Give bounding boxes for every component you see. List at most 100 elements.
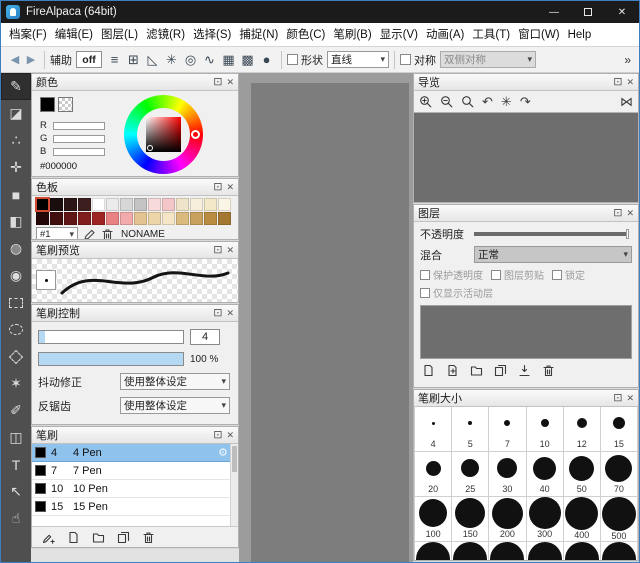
close-panel-icon[interactable]: ✕ (626, 209, 634, 218)
add-brush-icon[interactable] (42, 531, 55, 544)
brush-size-cell[interactable]: 500 (601, 497, 638, 542)
menu-item-10[interactable]: 工具(T) (468, 23, 514, 47)
brush-size-cell[interactable]: 40 (527, 452, 564, 497)
menu-item-6[interactable]: 颜色(C) (282, 23, 329, 47)
close-panel-icon[interactable]: ✕ (226, 309, 234, 318)
canvas[interactable] (251, 83, 409, 562)
fill-tool[interactable]: ■ (1, 181, 31, 208)
hand-tool[interactable]: ☝ (1, 505, 31, 532)
palette-swatch[interactable] (78, 198, 91, 211)
blur-tool[interactable]: ◉ (1, 262, 31, 289)
menu-item-7[interactable]: 笔刷(B) (329, 23, 375, 47)
new-brush-icon[interactable] (67, 531, 80, 544)
float-panel-icon[interactable]: ⊡ (213, 308, 222, 319)
operation-tool[interactable]: ↖ (1, 478, 31, 505)
symmetry-checkbox[interactable] (400, 54, 411, 65)
palette-swatch[interactable] (92, 198, 105, 211)
bucket-tool[interactable]: ◍ (1, 235, 31, 262)
delete-brush-icon[interactable] (142, 531, 155, 544)
snap-grid-icon[interactable]: ▦ (219, 51, 238, 69)
snap-parallel-icon[interactable]: ≡ (105, 51, 124, 69)
brush-size-cell[interactable]: 100 (415, 497, 452, 542)
palette-swatch[interactable] (176, 198, 189, 211)
palette-swatch[interactable] (106, 212, 119, 225)
flip-horizontal-icon[interactable]: ⋈ (620, 95, 633, 108)
new-layer-icon[interactable] (422, 364, 435, 377)
brush-size-cell[interactable] (527, 542, 564, 560)
select-lasso-tool[interactable] (1, 316, 31, 343)
brush-settings-icon[interactable]: ⚙ (218, 446, 228, 459)
menu-item-12[interactable]: Help (564, 23, 596, 47)
checkbox-icon[interactable] (420, 270, 430, 280)
brush-size-cell[interactable]: 300 (527, 497, 564, 542)
brush-size-cell[interactable]: 50 (564, 452, 601, 497)
float-panel-icon[interactable]: ⊡ (613, 208, 622, 219)
gradient-tool[interactable]: ◧ (1, 208, 31, 235)
close-button[interactable]: ✕ (605, 1, 639, 23)
layer-option-仅显示活动层[interactable]: 仅显示活动层 (420, 285, 493, 300)
palette-swatch[interactable] (50, 212, 63, 225)
layer-option-保护透明度[interactable]: 保护透明度 (420, 267, 483, 282)
new-layer-alt-icon[interactable] (446, 364, 459, 377)
brush-size-cell[interactable]: 7 (489, 407, 526, 452)
saturation-value-square[interactable] (146, 117, 181, 152)
brush-size-cell[interactable]: 12 (564, 407, 601, 452)
palette-swatch[interactable] (162, 198, 175, 211)
snap-pixel-grid-icon[interactable]: ▩ (238, 51, 257, 69)
eraser-tool[interactable]: ◪ (1, 100, 31, 127)
assist-off-button[interactable]: off (76, 51, 102, 68)
float-panel-icon[interactable]: ⊡ (613, 393, 622, 404)
brush-size-cell[interactable] (452, 542, 489, 560)
brush-list-item[interactable]: 77 Pen (32, 462, 238, 480)
shape-checkbox[interactable] (287, 54, 298, 65)
navigator-preview[interactable] (414, 112, 638, 202)
menu-item-3[interactable]: 滤镜(R) (142, 23, 189, 47)
snap-radial-icon[interactable]: ✳ (162, 51, 181, 69)
duplicate-layer-icon[interactable] (494, 364, 507, 377)
float-panel-icon[interactable]: ⊡ (213, 245, 222, 256)
checkbox-icon[interactable] (491, 270, 501, 280)
select-pen-tool[interactable]: ✐ (1, 397, 31, 424)
blue-slider[interactable] (53, 148, 105, 156)
snap-concentric-icon[interactable]: ◎ (181, 51, 200, 69)
zoom-reset-icon[interactable] (461, 95, 474, 108)
brush-size-cell[interactable] (564, 542, 601, 560)
menu-item-11[interactable]: 窗口(W) (514, 23, 564, 47)
brush-size-cell[interactable]: 200 (489, 497, 526, 542)
magic-wand-tool[interactable]: ✶ (1, 370, 31, 397)
brush-size-cell[interactable]: 25 (452, 452, 489, 497)
brush-list-scrollbar[interactable] (230, 444, 238, 526)
menu-item-2[interactable]: 图层(L) (97, 23, 142, 47)
brush-opacity-slider[interactable] (38, 352, 184, 366)
palette-swatch[interactable] (148, 198, 161, 211)
palette-swatch[interactable] (36, 212, 49, 225)
palette-swatch[interactable] (134, 198, 147, 211)
scrollbar-thumb[interactable] (232, 446, 237, 472)
dot-tool[interactable]: ∴ (1, 127, 31, 154)
correction-select[interactable]: 使用整体设定 ▾ (120, 373, 230, 390)
palette-swatch[interactable] (162, 212, 175, 225)
palette-swatch[interactable] (36, 198, 49, 211)
brush-list-item[interactable]: 1515 Pen (32, 498, 238, 516)
antialias-select[interactable]: 使用整体设定 ▾ (120, 397, 230, 414)
duplicate-brush-icon[interactable] (117, 531, 130, 544)
snap-point-icon[interactable]: ● (257, 51, 276, 69)
brush-list-item[interactable]: 1010 Pen (32, 480, 238, 498)
zoom-in-icon[interactable] (419, 95, 432, 108)
float-panel-icon[interactable]: ⊡ (213, 430, 222, 441)
select-polygon-tool[interactable] (1, 343, 31, 370)
merge-down-icon[interactable] (518, 364, 531, 377)
layer-list[interactable] (420, 305, 632, 359)
brush-size-cell[interactable]: 70 (601, 452, 638, 497)
blend-mode-select[interactable]: 正常 ▾ (474, 246, 632, 263)
brush-size-slider[interactable] (38, 330, 184, 344)
shape-select[interactable]: 直线 ▾ (327, 51, 389, 68)
palette-edit-icon[interactable] (83, 228, 96, 240)
select-rect-tool[interactable] (1, 289, 31, 316)
menu-item-8[interactable]: 显示(V) (376, 23, 422, 47)
close-panel-icon[interactable]: ✕ (626, 78, 634, 87)
float-panel-icon[interactable]: ⊡ (213, 182, 222, 193)
float-panel-icon[interactable]: ⊡ (613, 77, 622, 88)
float-panel-icon[interactable]: ⊡ (213, 77, 222, 88)
palette-swatch[interactable] (50, 198, 63, 211)
